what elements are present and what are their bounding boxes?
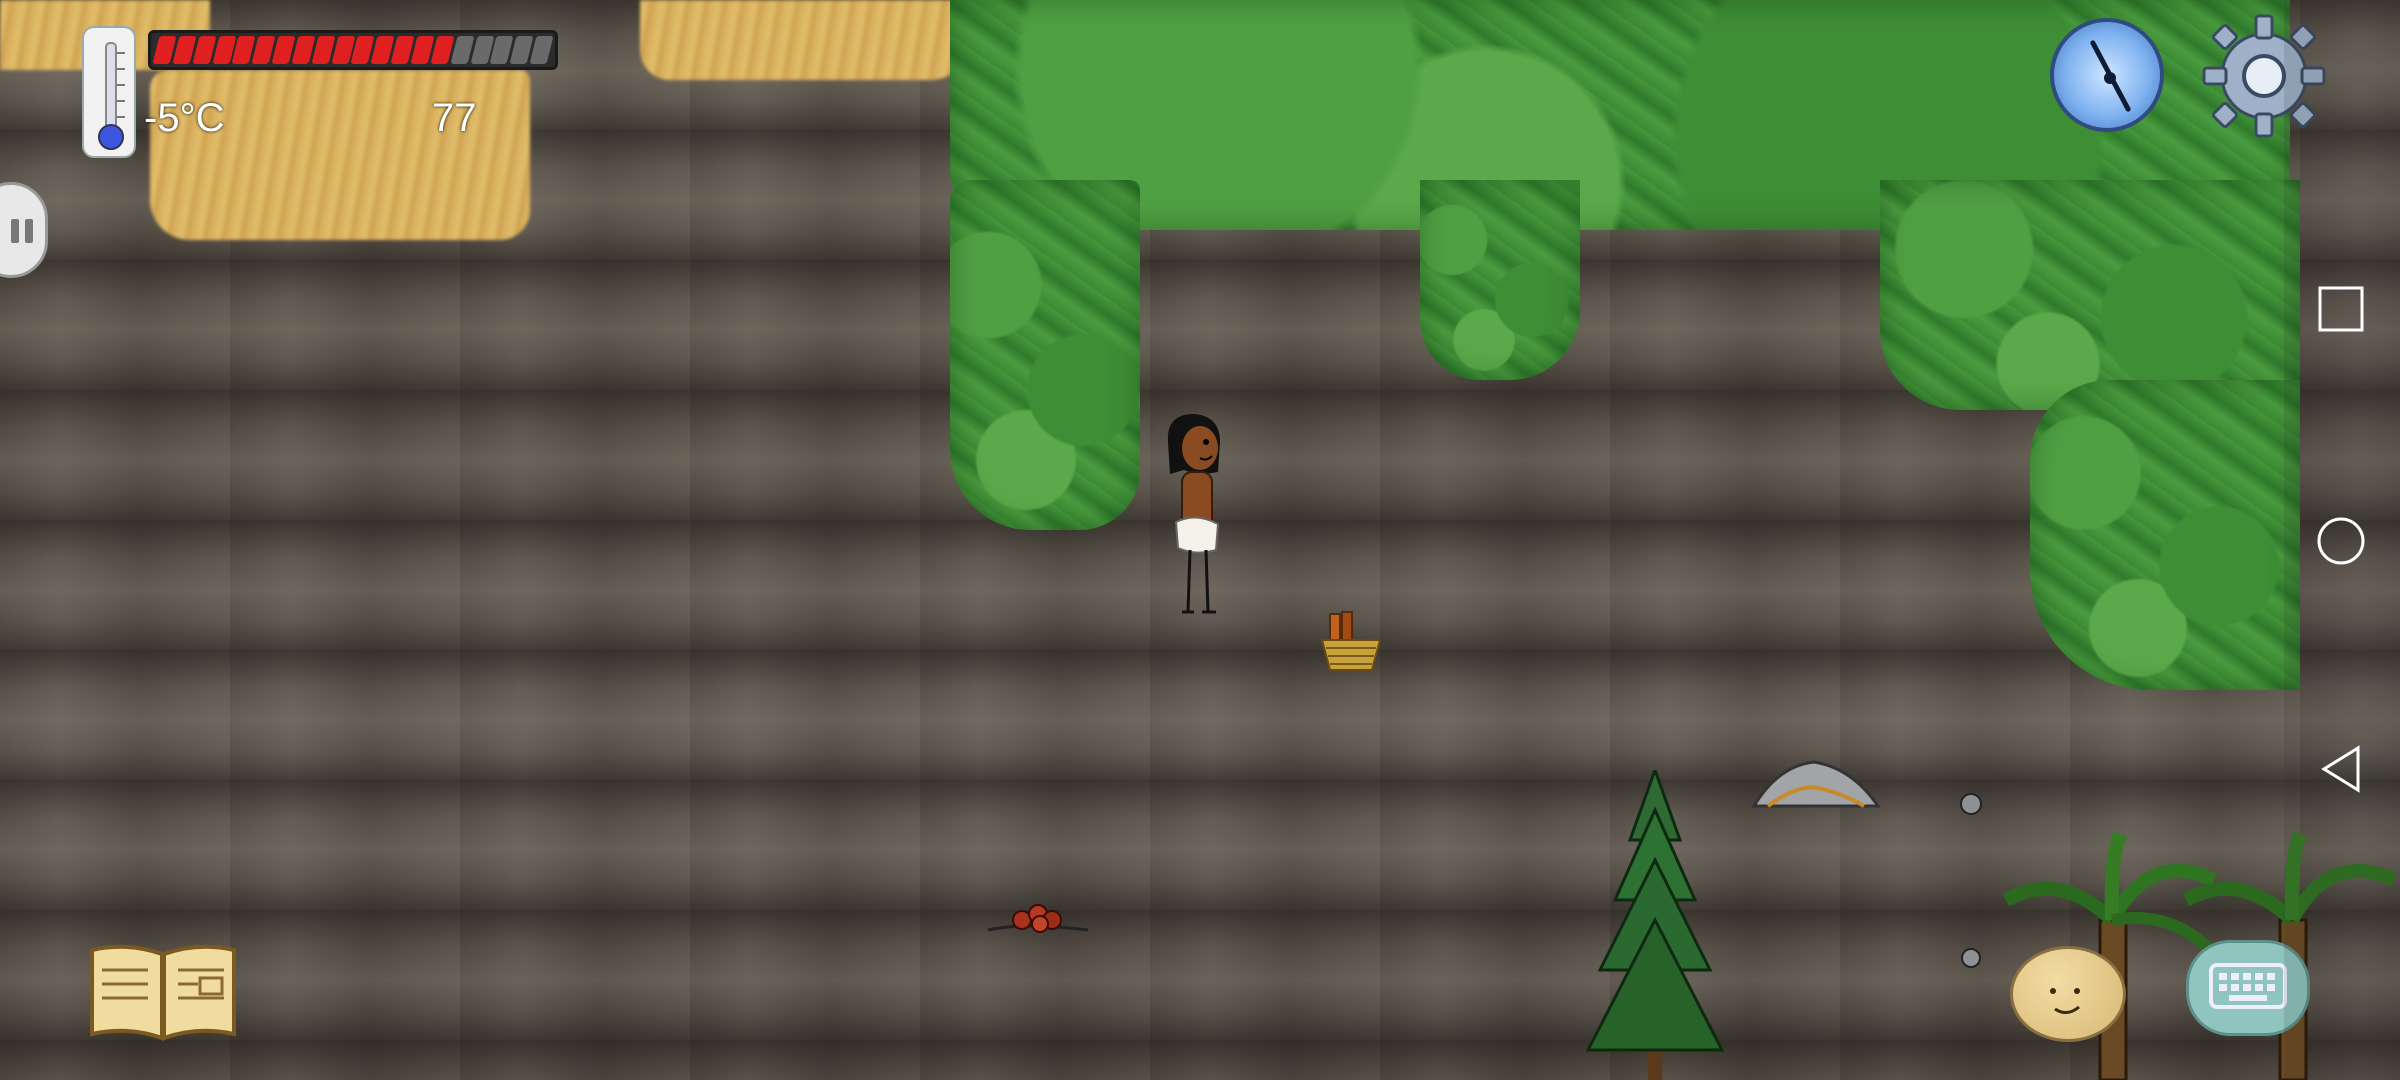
thermometer-icon xyxy=(84,28,134,156)
food-count-readout: 77 xyxy=(432,96,477,140)
smiley-face-icon[interactable] xyxy=(2010,946,2126,1042)
compass-icon[interactable] xyxy=(2050,18,2164,132)
round-stone-item[interactable] xyxy=(1958,946,1984,970)
green-grass-area xyxy=(2030,380,2300,690)
open-book-icon[interactable] xyxy=(88,940,238,1044)
basket-item[interactable] xyxy=(1318,610,1384,672)
game-world[interactable] xyxy=(0,0,2400,1080)
green-grass-area xyxy=(950,180,1140,530)
pine-tree[interactable] xyxy=(1560,770,1750,1080)
circle-icon[interactable] xyxy=(2314,514,2368,568)
triangle-back-icon[interactable] xyxy=(2314,742,2368,796)
pause-icon xyxy=(11,219,19,243)
square-icon[interactable] xyxy=(2314,282,2368,336)
food-pip-empty xyxy=(529,36,554,64)
temperature-readout: -5°C xyxy=(144,96,225,140)
rock-pile-item[interactable] xyxy=(1748,754,1884,814)
food-meter xyxy=(148,30,558,70)
android-navigation-bar xyxy=(2284,0,2400,1080)
green-grass-area xyxy=(1880,180,2300,410)
green-grass-area xyxy=(1420,180,1580,380)
yellow-grass-patch xyxy=(640,0,970,80)
round-stone-item[interactable] xyxy=(1958,792,1984,816)
berry-pile-item[interactable] xyxy=(984,892,1094,936)
player-character[interactable] xyxy=(1160,412,1230,617)
